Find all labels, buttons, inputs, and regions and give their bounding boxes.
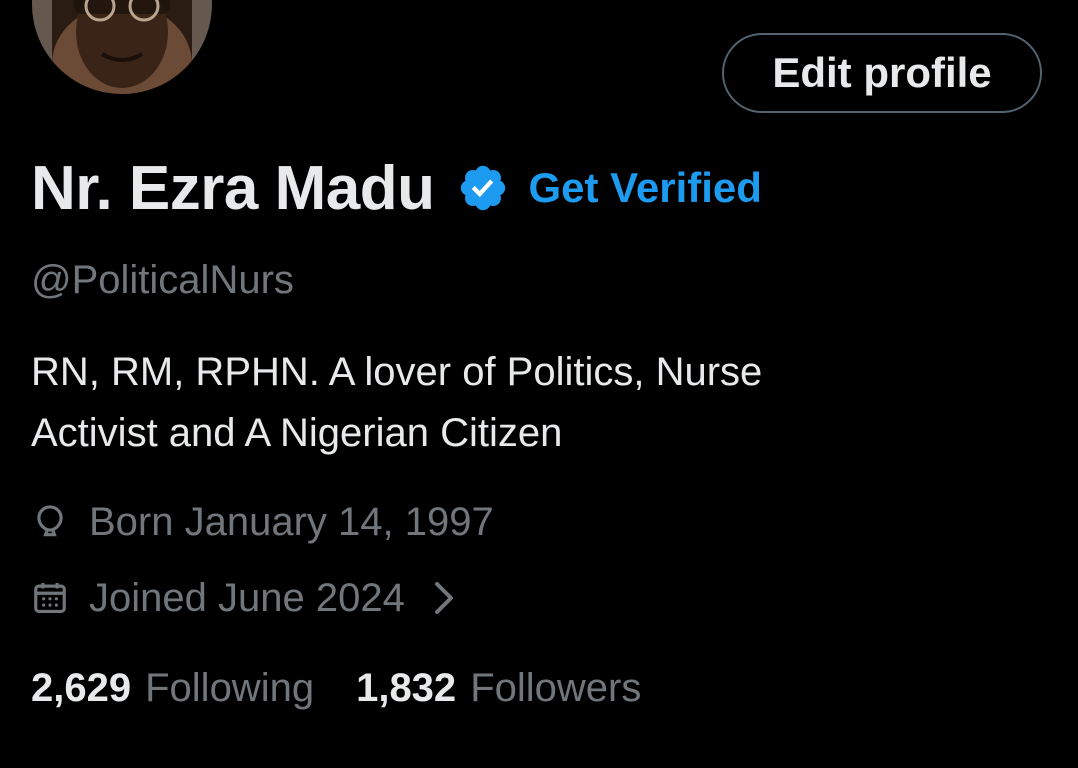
followers-count: 1,832 [356,665,457,710]
get-verified-link[interactable]: Get Verified [529,164,762,212]
display-name: Nr. Ezra Madu [31,153,435,223]
following-count: 2,629 [31,665,132,710]
balloon-icon [31,503,69,541]
birth-date-row: Born January 14, 1997 [31,494,494,550]
avatar[interactable] [32,0,212,94]
birth-date-text: Born January 14, 1997 [89,499,494,544]
avatar-photo [32,0,212,94]
followers-link[interactable]: 1,832 Followers [356,666,641,711]
edit-profile-button[interactable]: Edit profile [722,33,1042,113]
following-link[interactable]: 2,629 Following [31,666,314,711]
followers-label: Followers [470,665,642,710]
chevron-right-icon[interactable] [431,580,455,616]
verified-badge-icon[interactable] [457,162,509,214]
following-label: Following [145,665,315,710]
profile-handle: @PoliticalNurs [31,258,294,302]
profile-name-row: Nr. Ezra Madu Get Verified [31,148,762,228]
profile-bio: RN, RM, RPHN. A lover of Politics, Nurse… [31,350,763,455]
calendar-icon [31,579,69,617]
joined-date-text: Joined June 2024 [89,575,405,620]
joined-date-row[interactable]: Joined June 2024 [31,570,455,626]
follow-stats: 2,629 Following 1,832 Followers [31,660,641,716]
